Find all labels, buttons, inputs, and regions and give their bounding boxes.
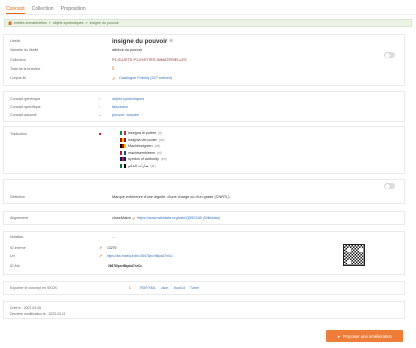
flag-icon bbox=[120, 137, 126, 142]
label-traduction: Traduction bbox=[10, 132, 27, 136]
label-ark: ID Ark bbox=[10, 264, 20, 268]
copy-icon[interactable]: ⇗ bbox=[99, 245, 102, 250]
label-variante: Variante du libellé bbox=[10, 48, 39, 52]
breadcrumb-item[interactable]: objets symboliques bbox=[53, 21, 84, 25]
add-circle-icon[interactable]: ⊕ bbox=[169, 38, 173, 44]
arrow-down-icon: ↓ bbox=[98, 104, 100, 109]
flag-icon bbox=[120, 131, 126, 136]
label-specifique: Concept spécifique bbox=[10, 105, 41, 109]
translations-card: Traduction ■ insegna di potere (it) insign… bbox=[3, 126, 405, 174]
generic-concept-link[interactable]: objets symboliques bbox=[112, 97, 144, 101]
copy-icon[interactable]: ⇗ bbox=[99, 253, 102, 258]
created-date: Créé le : 2007-02-06 bbox=[10, 306, 42, 310]
tab-proposition[interactable]: Proposition bbox=[61, 3, 86, 14]
corpus-link[interactable]: Catalogue Frantiq (327 notices) bbox=[119, 76, 172, 80]
label-generique: Concept générique bbox=[10, 97, 41, 101]
translation-item: symbol of authority (en) bbox=[120, 157, 167, 162]
translation-text: شارات الحكم bbox=[128, 164, 149, 168]
export-rdf-xml[interactable]: RDF/XML bbox=[140, 286, 156, 290]
uri-link[interactable]: https://ark.frantiq.fr/ark:/26678/pcrt8k… bbox=[107, 254, 173, 258]
label-alignement: Alignement bbox=[10, 216, 28, 220]
label-libelle: Libellé bbox=[10, 39, 21, 43]
collection-link[interactable]: P1-SUJETS P1-ENTITÉS IMMATÉRIELLES bbox=[112, 58, 187, 62]
external-link-icon: ⇗ bbox=[132, 217, 136, 221]
translation-text: insignia del poder bbox=[128, 137, 157, 142]
translation-text: symbol of authority bbox=[128, 157, 159, 162]
metadata-card: Créé le : 2007-02-06 Dernière modificati… bbox=[3, 301, 405, 319]
translation-item: insignia del poder (es) bbox=[120, 138, 164, 142]
label-corpus: Corpus lié bbox=[10, 76, 27, 80]
associated-concept-link[interactable]: pouvoir; sceptre bbox=[112, 113, 139, 117]
flag-icon bbox=[120, 150, 126, 155]
flag-icon bbox=[120, 164, 126, 169]
tab-bar: Concept Collection Proposition bbox=[6, 3, 86, 14]
breadcrumb: entités immatérielles > objets symboliqu… bbox=[4, 19, 412, 27]
qr-code bbox=[343, 244, 365, 266]
translation-lang: (de) bbox=[154, 144, 161, 149]
internal-id-value: 13279 bbox=[107, 246, 117, 250]
specific-concept-link[interactable]: faisceaux bbox=[112, 105, 128, 109]
label-total: Total de la branche bbox=[10, 67, 41, 71]
alignment-link[interactable]: https://www.wikidata.org/wiki/Q552345 (W… bbox=[137, 216, 220, 220]
translation-text: insegna di potere bbox=[128, 131, 157, 135]
definition-card: Définition Marque extérieure d'une digni… bbox=[3, 179, 405, 204]
notation-value: ... bbox=[112, 235, 116, 239]
flag-icon bbox=[120, 144, 126, 149]
definition-text: Marque extérieure d'une dignité, d'une c… bbox=[112, 195, 231, 199]
suggest-improvement-button[interactable]: ➤ Proposer une amélioration bbox=[326, 330, 403, 342]
breadcrumb-current: insigne du pouvoir bbox=[89, 21, 119, 25]
tab-concept[interactable]: Concept bbox=[6, 3, 25, 14]
download-icon: ⤓ bbox=[129, 285, 131, 289]
toggle-switch[interactable] bbox=[384, 52, 395, 58]
translation-lang: (ar) bbox=[150, 164, 156, 168]
export-card: Exporter le concept en SKOS ⤓ RDF/XML Js… bbox=[3, 281, 405, 295]
tab-collection[interactable]: Collection bbox=[32, 3, 54, 14]
page-title: insigne du pouvoir bbox=[112, 38, 168, 45]
translation-lang: (it) bbox=[158, 131, 163, 135]
export-turtle[interactable]: Turtle bbox=[190, 286, 199, 290]
translation-item: شارات الحكم (ar) bbox=[120, 164, 156, 169]
flag-fr-icon: ■ bbox=[99, 131, 102, 136]
export-jsonld[interactable]: JsonLd bbox=[173, 286, 185, 290]
label-definition: Définition bbox=[10, 195, 25, 199]
label-export: Exporter le concept en SKOS bbox=[10, 286, 57, 290]
relations-card: Concept générique ↑ objets symboliques C… bbox=[3, 91, 405, 122]
ark-id-value: 26678/pcrt8kpkd7nrCc bbox=[108, 264, 143, 268]
translation-item: insegna di potere (it) bbox=[120, 131, 163, 136]
flag-icon bbox=[120, 157, 126, 162]
translation-lang: (en) bbox=[160, 157, 167, 162]
export-format-list: RDF/XML Json JsonLd Turtle bbox=[140, 286, 203, 290]
translation-item: Machtinsignien (de) bbox=[120, 144, 161, 149]
label-collection: Collection bbox=[10, 58, 26, 62]
concept-main-card: Libellé insigne du pouvoir ⊕ Variante du… bbox=[3, 34, 405, 86]
modified-date: Dernière modification le : 2023-03-11 bbox=[10, 312, 66, 316]
send-icon: ➤ bbox=[337, 333, 341, 339]
link-icon: ⇗ bbox=[112, 77, 116, 81]
translation-lang: (nl) bbox=[157, 150, 162, 155]
label-id-interne: ID interne bbox=[10, 246, 26, 250]
arrows-horizontal-icon: ↔ bbox=[98, 112, 102, 117]
alignment-card: Alignement closeMatch : ⇗ https://www.wi… bbox=[3, 211, 405, 225]
variante-value: attribut du pouvoir bbox=[112, 48, 143, 52]
label-uri: Uri bbox=[10, 254, 15, 258]
label-notation: Notation bbox=[10, 235, 24, 239]
translation-item: machtsembleem (nl) bbox=[120, 151, 162, 155]
translation-text: Machtinsignien bbox=[128, 144, 153, 149]
breadcrumb-item[interactable]: entités immatérielles bbox=[14, 21, 47, 25]
translation-lang: (es) bbox=[158, 137, 165, 142]
alignment-type: closeMatch : bbox=[112, 216, 134, 220]
home-icon[interactable] bbox=[8, 21, 12, 25]
export-json[interactable]: Json bbox=[161, 286, 169, 290]
tab-divider bbox=[0, 14, 416, 15]
translation-text: machtsembleem bbox=[128, 150, 156, 155]
arrow-up-icon: ↑ bbox=[98, 96, 100, 101]
toggle-switch[interactable] bbox=[384, 183, 395, 189]
label-associe: Concept associé bbox=[10, 113, 37, 117]
total-branch-icon[interactable]: [] bbox=[112, 66, 114, 70]
